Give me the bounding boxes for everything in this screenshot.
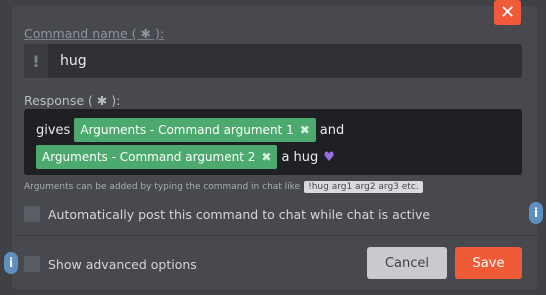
save-button[interactable]: Save <box>455 247 522 279</box>
advanced-options-checkbox[interactable] <box>24 256 40 272</box>
command-name-input[interactable] <box>60 44 510 78</box>
argument-hint: Arguments can be added by typing the com… <box>24 181 423 193</box>
close-icon: ✕ <box>499 2 516 23</box>
response-label: Response ( ✱ ): <box>24 93 121 108</box>
argument-chip-2-label: Arguments - Command argument 2 <box>42 150 256 164</box>
argument-hint-example: !hug arg1 arg2 arg3 etc. <box>304 181 423 193</box>
argument-chip-2: Arguments - Command argument 2 ✖ <box>36 145 278 169</box>
advanced-options-toggle[interactable]: Show advanced options <box>24 256 197 272</box>
close-button[interactable]: ✕ <box>494 0 521 25</box>
response-text-a-hug: a hug <box>281 149 319 165</box>
auto-post-checkbox[interactable] <box>24 206 40 222</box>
exclamation-icon: ! <box>24 44 48 78</box>
argument-hint-text: Arguments can be added by typing the com… <box>24 182 301 192</box>
argument-chip-1: Arguments - Command argument 1 ✖ <box>74 118 316 142</box>
response-text-gives: gives <box>36 122 71 138</box>
response-line-2: Arguments - Command argument 2 ✖ a hug ♥ <box>36 145 335 169</box>
remove-chip-2-icon[interactable]: ✖ <box>261 150 271 164</box>
advanced-options-label: Show advanced options <box>48 256 197 272</box>
response-editor[interactable]: gives Arguments - Command argument 1 ✖ a… <box>24 109 522 175</box>
info-icon[interactable]: i <box>529 202 543 224</box>
cancel-button[interactable]: Cancel <box>367 247 447 279</box>
remove-chip-1-icon[interactable]: ✖ <box>300 123 310 137</box>
argument-chip-1-label: Arguments - Command argument 1 <box>80 123 294 137</box>
auto-post-label: Automatically post this command to chat … <box>48 206 431 222</box>
purple-heart-icon: ♥ <box>323 149 335 165</box>
response-text-and: and <box>319 122 345 138</box>
advanced-info-icon[interactable]: i <box>4 252 18 274</box>
auto-post-option[interactable]: Automatically post this command to chat … <box>24 206 430 222</box>
footer-divider <box>12 235 537 236</box>
command-name-field[interactable]: ! <box>24 44 522 78</box>
command-name-label: Command name ( ✱ ): <box>24 26 165 41</box>
response-line-1: gives Arguments - Command argument 1 ✖ a… <box>36 118 344 142</box>
